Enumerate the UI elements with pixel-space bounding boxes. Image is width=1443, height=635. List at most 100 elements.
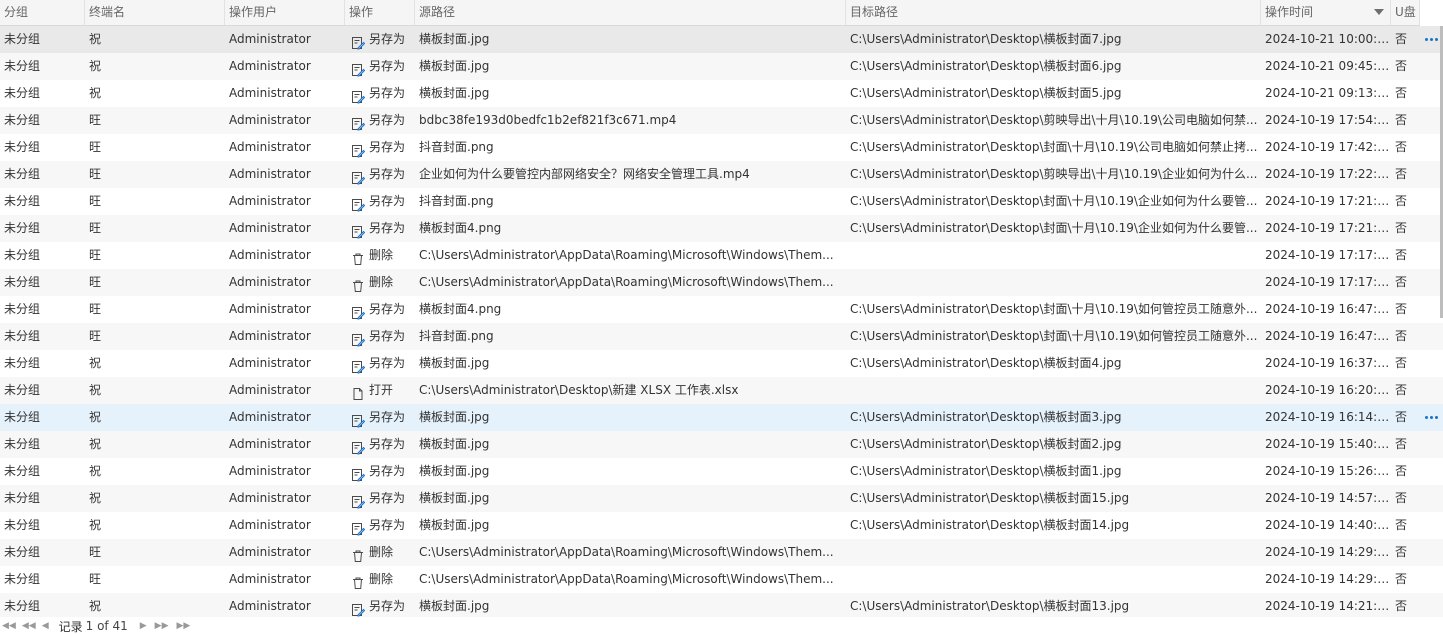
cell-source: 抖音封面.png: [419, 329, 494, 343]
cell-time: 2024-10-19 17:54:52: [1265, 113, 1391, 127]
cell-group: 未分组: [4, 86, 41, 100]
table-row[interactable]: 未分组 祝 Administrator 另存为 横板封面.jpg C:\Users\Adm…: [0, 53, 1443, 80]
table-row[interactable]: 未分组 旺 Administrator 另存为 抖音封面.png C:\Users\Adm…: [0, 323, 1443, 350]
last-page-icon[interactable]: ▶▶: [177, 621, 191, 631]
cell-terminal: 祝: [89, 410, 102, 424]
row-more-icon[interactable]: [1421, 404, 1441, 431]
save-as-icon: [351, 141, 366, 157]
cell-user: Administrator: [229, 86, 311, 100]
table-row[interactable]: 未分组 祝 Administrator 另存为 横板封面.jpg C:\Users\Adm…: [0, 404, 1443, 431]
cell-operation: 另存为: [345, 458, 415, 485]
column-header-operation[interactable]: 操作: [345, 0, 415, 25]
column-header-target[interactable]: 目标路径: [846, 0, 1261, 25]
next-page-icon[interactable]: ▶: [140, 621, 147, 631]
cell-user: Administrator: [229, 572, 311, 586]
column-header-time[interactable]: 操作时间: [1261, 0, 1391, 25]
first-page-icon[interactable]: ◀◀: [2, 621, 16, 631]
table-row[interactable]: 未分组 祝 Administrator 另存为 横板封面.jpg C:\Users\Adm…: [0, 593, 1443, 617]
row-more-icon[interactable]: [1421, 26, 1441, 53]
cell-terminal: 旺: [89, 248, 102, 262]
table-row[interactable]: 未分组 祝 Administrator 另存为 横板封面.jpg C:\Users\Adm…: [0, 350, 1443, 377]
cell-user: Administrator: [229, 329, 311, 343]
save-as-icon: [351, 60, 366, 76]
table-row[interactable]: 未分组 祝 Administrator 打开 C:\Users\Administrato…: [0, 377, 1443, 404]
cell-group: 未分组: [4, 599, 41, 613]
table-row[interactable]: 未分组 祝 Administrator 另存为 横板封面.jpg C:\Users\Adm…: [0, 512, 1443, 539]
cell-time: 2024-10-19 16:47:58: [1265, 302, 1391, 316]
cell-target: C:\Users\Administrator\Desktop\横板封面15.jp…: [850, 491, 1130, 505]
prev-page-icon[interactable]: ◀: [42, 621, 49, 631]
cell-operation: 另存为: [345, 188, 415, 215]
column-header-user[interactable]: 操作用户: [225, 0, 345, 25]
next-page-group-icon[interactable]: ▶▶: [155, 621, 169, 631]
table-row[interactable]: 未分组 旺 Administrator 另存为 横板封面4.png C:\Users\Ad…: [0, 296, 1443, 323]
table-row[interactable]: 未分组 旺 Administrator 另存为 抖音封面.png C:\Users\Adm…: [0, 188, 1443, 215]
table-row[interactable]: 未分组 旺 Administrator 另存为 抖音封面.png C:\Users\Adm…: [0, 134, 1443, 161]
column-header-usb[interactable]: U盘: [1391, 0, 1420, 25]
operation-label: 删除: [369, 572, 394, 586]
operation-label: 另存为: [369, 59, 406, 73]
cell-user: Administrator: [229, 599, 311, 613]
table-row[interactable]: 未分组 祝 Administrator 另存为 横板封面.jpg C:\Users\Adm…: [0, 485, 1443, 512]
cell-target: C:\Users\Administrator\Desktop\封面\十月\10.…: [850, 194, 1258, 208]
column-header-group[interactable]: 分组: [0, 0, 85, 25]
operation-label: 另存为: [369, 410, 406, 424]
table-row[interactable]: 未分组 祝 Administrator 另存为 横板封面.jpg C:\Users\Adm…: [0, 80, 1443, 107]
cell-usb: 否: [1395, 221, 1408, 235]
table-row[interactable]: 未分组 旺 Administrator 另存为 横板封面4.png C:\Users\Ad…: [0, 215, 1443, 242]
cell-time: 2024-10-19 17:21:54: [1265, 194, 1391, 208]
cell-terminal: 旺: [89, 221, 102, 235]
cell-target: C:\Users\Administrator\Desktop\横板封面6.jpg: [850, 59, 1122, 73]
table-row[interactable]: 未分组 祝 Administrator 另存为 横板封面.jpg C:\Users\Adm…: [0, 431, 1443, 458]
cell-time: 2024-10-19 17:17:07: [1265, 275, 1391, 289]
table-row[interactable]: 未分组 旺 Administrator 另存为 企业如何为什么要管控内部网络安全？网络安…: [0, 161, 1443, 188]
cell-operation: 另存为: [345, 593, 415, 617]
cell-group: 未分组: [4, 275, 41, 289]
cell-usb: 否: [1395, 32, 1408, 46]
cell-usb: 否: [1395, 86, 1408, 100]
cell-target: C:\Users\Administrator\Desktop\横板封面3.jpg: [850, 410, 1122, 424]
cell-source: 横板封面.jpg: [419, 59, 490, 73]
cell-time: 2024-10-19 16:14:47: [1265, 410, 1391, 424]
sort-descending-icon[interactable]: [1374, 9, 1384, 15]
table-row[interactable]: 未分组 旺 Administrator 另存为 bdbc38fe193d0bedfc1b…: [0, 107, 1443, 134]
table-row[interactable]: 未分组 旺 Administrator 删除 C:\Users\Administrato…: [0, 242, 1443, 269]
cell-usb: 否: [1395, 167, 1408, 181]
cell-target: C:\Users\Administrator\Desktop\封面\十月\10.…: [850, 221, 1258, 235]
cell-usb: 否: [1395, 491, 1408, 505]
cell-group: 未分组: [4, 194, 41, 208]
cell-usb: 否: [1395, 113, 1408, 127]
table-row[interactable]: 未分组 旺 Administrator 删除 C:\Users\Administrato…: [0, 566, 1443, 593]
cell-operation: 删除: [345, 269, 415, 296]
records-value: 1 of 41: [85, 619, 128, 633]
cell-source: 横板封面.jpg: [419, 518, 490, 532]
cell-usb: 否: [1395, 194, 1408, 208]
cell-user: Administrator: [229, 383, 311, 397]
table-row[interactable]: 未分组 旺 Administrator 删除 C:\Users\Administrato…: [0, 539, 1443, 566]
cell-target: [846, 539, 1261, 566]
table-row[interactable]: 未分组 旺 Administrator 删除 C:\Users\Administrato…: [0, 269, 1443, 296]
save-as-icon: [351, 222, 366, 238]
cell-group: 未分组: [4, 410, 41, 424]
cell-usb: 否: [1395, 329, 1408, 343]
cell-target: C:\Users\Administrator\Desktop\剪映导出\十月\1…: [850, 113, 1258, 127]
cell-source: 横板封面.jpg: [419, 32, 490, 46]
table-row[interactable]: 未分组 祝 Administrator 另存为 横板封面.jpg C:\Users\Adm…: [0, 458, 1443, 485]
prev-page-group-icon[interactable]: ◀◀: [22, 621, 36, 631]
cell-target: [846, 269, 1261, 296]
cell-operation: 打开: [345, 377, 415, 404]
cell-user: Administrator: [229, 167, 311, 181]
cell-source: C:\Users\Administrator\AppData\Roaming\M…: [419, 545, 834, 559]
cell-usb: 否: [1395, 410, 1408, 424]
cell-operation: 另存为: [345, 161, 415, 188]
cell-time: 2024-10-21 10:00:33: [1265, 32, 1391, 46]
cell-group: 未分组: [4, 545, 41, 559]
cell-time: 2024-10-19 15:26:31: [1265, 464, 1391, 478]
cell-terminal: 祝: [89, 518, 102, 532]
cell-time: 2024-10-19 17:21:43: [1265, 221, 1391, 235]
operation-label: 另存为: [369, 356, 406, 370]
column-header-terminal[interactable]: 终端名: [85, 0, 225, 25]
table-row[interactable]: 未分组 祝 Administrator 另存为 横板封面.jpg C:\Users\Adm…: [0, 26, 1443, 53]
column-header-source[interactable]: 源路径: [415, 0, 846, 25]
cell-time: 2024-10-19 14:29:29: [1265, 572, 1391, 586]
